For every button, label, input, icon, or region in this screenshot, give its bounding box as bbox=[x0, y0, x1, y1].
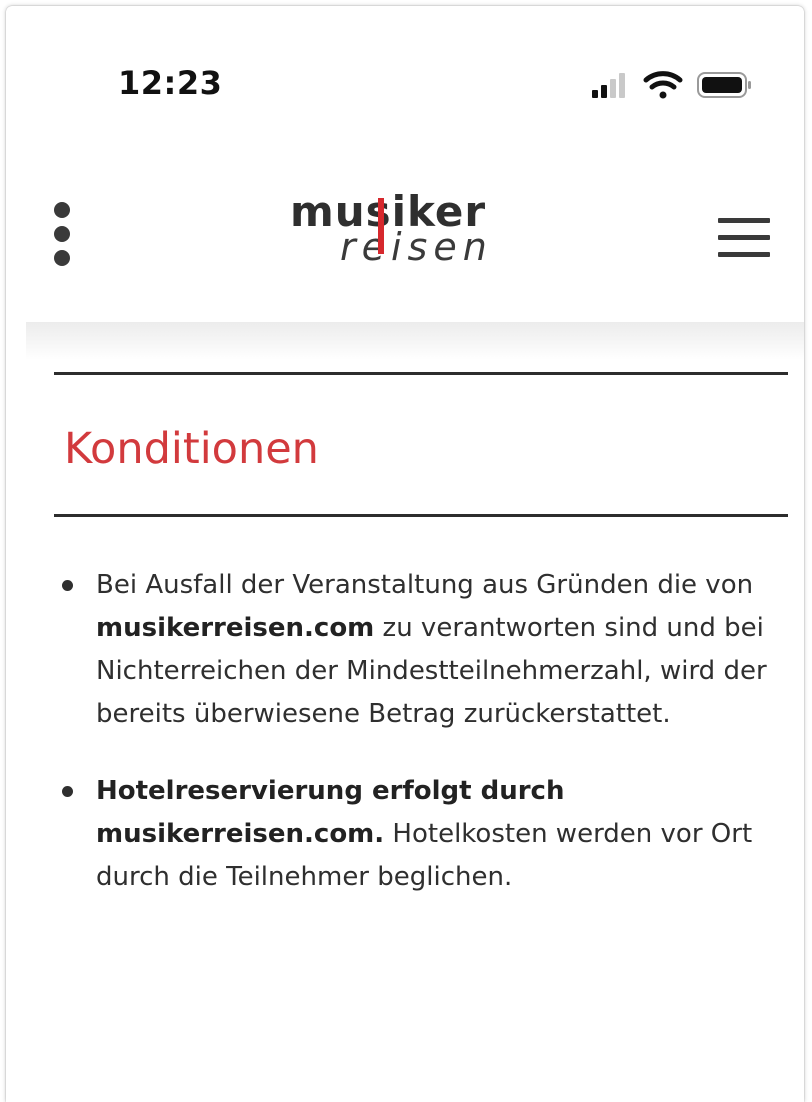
hamburger-menu-icon[interactable] bbox=[718, 216, 772, 260]
conditions-list: Bei Ausfall der Veranstaltung aus Gründe… bbox=[54, 564, 784, 933]
cellular-signal-icon bbox=[592, 73, 625, 98]
header-shadow bbox=[26, 322, 804, 360]
phone-screen: 12:23 musiker reisen Konditionen Bei Aus… bbox=[6, 6, 804, 1102]
status-icons bbox=[592, 71, 751, 99]
list-item: Bei Ausfall der Veranstaltung aus Gründe… bbox=[54, 564, 784, 736]
battery-icon bbox=[697, 72, 751, 98]
condition-bold: musikerreisen.com bbox=[96, 613, 375, 643]
divider-top bbox=[54, 372, 788, 375]
list-item: Hotelreservierung erfolgt durch musikerr… bbox=[54, 770, 784, 899]
status-time: 12:23 bbox=[118, 64, 223, 102]
site-logo[interactable]: musiker reisen bbox=[290, 190, 500, 280]
logo-text-bottom: reisen bbox=[340, 225, 493, 269]
kebab-menu-icon[interactable] bbox=[52, 202, 72, 272]
page-title: Konditionen bbox=[64, 424, 319, 474]
bullet-icon bbox=[62, 786, 73, 797]
logo-accent-bar bbox=[378, 198, 384, 254]
condition-text: Bei Ausfall der Veranstaltung aus Gründe… bbox=[96, 570, 754, 600]
bullet-icon bbox=[62, 580, 73, 591]
divider-bottom bbox=[54, 514, 788, 517]
wifi-icon bbox=[643, 71, 683, 99]
